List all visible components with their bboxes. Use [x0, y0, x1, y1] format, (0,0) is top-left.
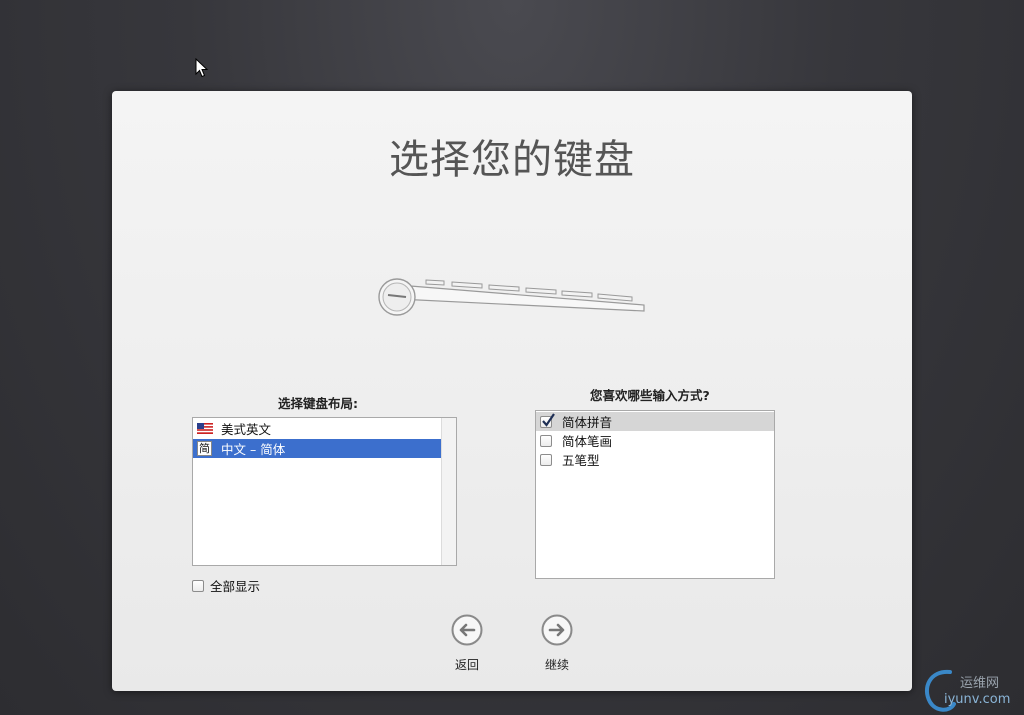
- list-item-label: 简体笔画: [562, 434, 613, 449]
- watermark-logo: 运维网 iyunv.com: [920, 664, 1024, 714]
- mouse-cursor-icon: [195, 58, 209, 78]
- continue-label: 继续: [544, 658, 569, 672]
- list-item-stroke[interactable]: 简体笔画: [536, 431, 774, 450]
- show-all-checkbox[interactable]: 全部显示: [192, 576, 260, 595]
- page-title: 选择您的键盘: [389, 137, 635, 183]
- back-button[interactable]: 返回: [437, 614, 497, 673]
- back-label: 返回: [454, 658, 479, 672]
- list-item-label: 简体拼音: [562, 415, 613, 430]
- scrollbar[interactable]: [441, 418, 456, 565]
- list-item-label: 中文 – 简体: [221, 442, 286, 457]
- checkbox-icon[interactable]: [540, 453, 552, 466]
- list-item-pinyin[interactable]: 简体拼音: [536, 412, 774, 431]
- setup-panel: 选择您的键盘 选择键盘布局: 美式英文 简 中文 – 简体 全部显示 您喜欢哪些…: [112, 91, 912, 691]
- checkbox-checked-icon[interactable]: [540, 412, 555, 428]
- show-all-label: 全部显示: [210, 579, 261, 594]
- keyboard-layout-label: 选择键盘布局:: [278, 396, 358, 411]
- list-item-label: 美式英文: [221, 422, 272, 437]
- arrow-left-circle-icon[interactable]: [451, 614, 483, 646]
- keyboard-illustration-icon: [378, 278, 645, 316]
- checkbox-icon[interactable]: [540, 434, 552, 447]
- input-method-list[interactable]: 简体拼音 简体笔画 五笔型: [535, 410, 775, 579]
- continue-button[interactable]: 继续: [527, 614, 587, 673]
- list-item-wubi[interactable]: 五笔型: [536, 450, 774, 469]
- input-method-label: 您喜欢哪些输入方式?: [590, 388, 710, 403]
- keyboard-layout-list[interactable]: 美式英文 简 中文 – 简体: [192, 417, 457, 566]
- list-item-us-english[interactable]: 美式英文: [193, 419, 441, 438]
- arrow-right-circle-icon[interactable]: [541, 614, 573, 646]
- watermark-url: iyunv.com: [944, 692, 1011, 707]
- list-item-label: 五笔型: [562, 453, 600, 468]
- list-item-chinese-simplified[interactable]: 简 中文 – 简体: [193, 439, 441, 458]
- us-flag-icon: [197, 423, 213, 434]
- jian-input-icon: 简: [197, 441, 212, 456]
- watermark-text: 运维网: [960, 676, 1000, 691]
- checkbox-icon[interactable]: [192, 579, 204, 592]
